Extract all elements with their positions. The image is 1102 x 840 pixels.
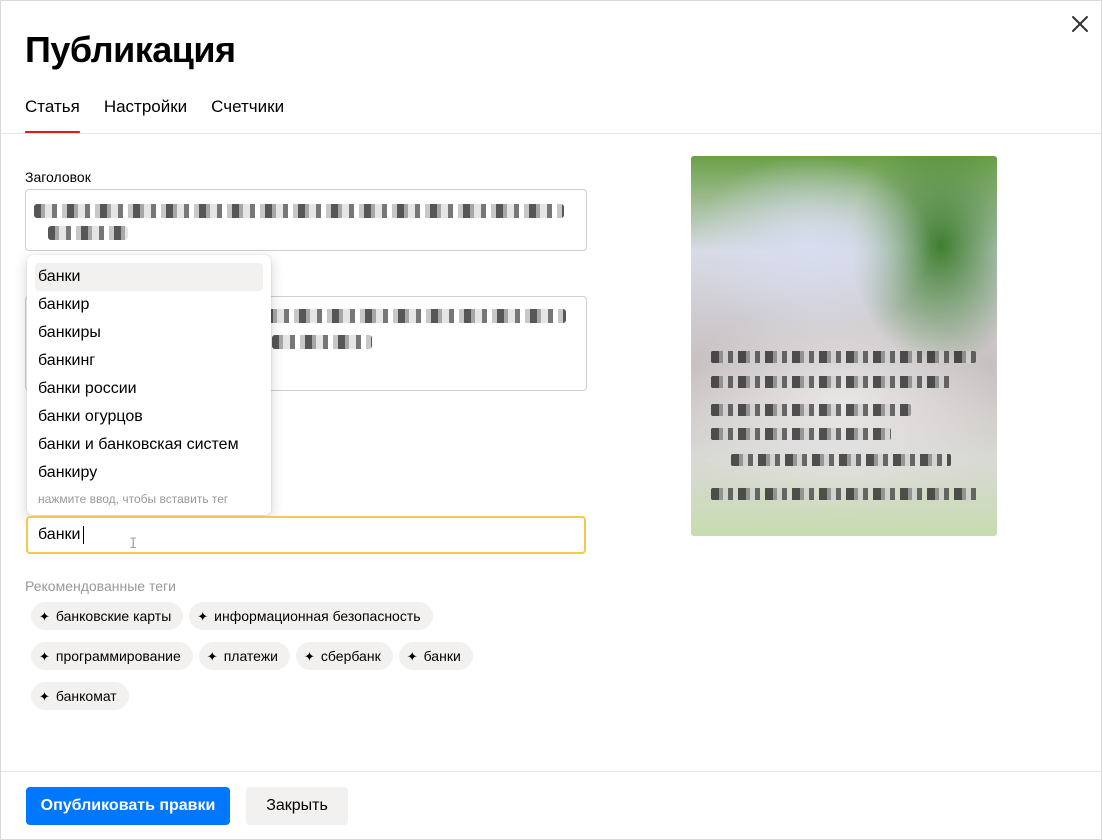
- tag-suggestions-dropdown: банки банкир банкиры банкинг банки росси…: [27, 255, 271, 515]
- tab-settings[interactable]: Настройки: [104, 97, 187, 134]
- recommended-tag-chip[interactable]: ✦ банки: [398, 642, 473, 670]
- recommended-tags-label: Рекомендованные теги: [25, 578, 176, 594]
- close-dialog-button[interactable]: Закрыть: [246, 787, 348, 825]
- close-button[interactable]: [1067, 11, 1093, 37]
- redacted-text: [711, 488, 981, 500]
- suggestion-item[interactable]: банки: [35, 263, 263, 291]
- redacted-text: [34, 204, 564, 218]
- suggestions-hint: нажмите ввод, чтобы вставить тег: [38, 492, 229, 506]
- ibeam-cursor-icon: I: [129, 536, 138, 552]
- sparkle-icon: ✦: [39, 688, 50, 704]
- suggestion-item[interactable]: банкинг: [35, 347, 263, 375]
- redacted-text: [711, 376, 951, 388]
- tab-article[interactable]: Статья: [25, 97, 80, 134]
- close-icon: [1072, 16, 1088, 32]
- chip-label: банкомат: [55, 688, 117, 704]
- suggestion-item[interactable]: банки огурцов: [35, 403, 263, 431]
- chip-label: банки: [423, 648, 461, 664]
- suggestion-item[interactable]: банкир: [35, 291, 263, 319]
- chip-label: банковские карты: [55, 608, 172, 624]
- footer-divider: [1, 771, 1101, 772]
- suggestion-item[interactable]: банки россии: [35, 375, 263, 403]
- sparkle-icon: ✦: [39, 608, 50, 624]
- recommended-tag-chip[interactable]: ✦ платежи: [198, 642, 291, 670]
- suggestion-item[interactable]: банкиры: [35, 319, 263, 347]
- chip-label: сбербанк: [320, 648, 381, 664]
- recommended-tag-chip[interactable]: ✦ банкомат: [31, 682, 129, 710]
- chip-label: информационная безопасность: [214, 608, 421, 624]
- recommended-tag-chip[interactable]: ✦ программирование: [31, 642, 193, 670]
- redacted-text: [711, 428, 891, 440]
- sparkle-icon: ✦: [406, 648, 418, 664]
- sparkle-icon: ✦: [304, 648, 315, 664]
- recommended-tag-chip[interactable]: ✦ сбербанк: [296, 642, 393, 670]
- suggestion-item[interactable]: банки и банковская систем: [35, 431, 263, 459]
- redacted-text: [48, 226, 128, 240]
- recommended-tag-chip[interactable]: ✦ информационная безопасность: [189, 602, 433, 630]
- suggestion-item[interactable]: банкиру: [35, 459, 263, 487]
- dialog-title: Публикация: [25, 29, 236, 70]
- publish-dialog: Публикация Статья Настройки Счетчики Заг…: [0, 0, 1102, 840]
- redacted-text: [731, 454, 951, 466]
- title-field[interactable]: [25, 189, 587, 251]
- publish-button[interactable]: Опубликовать правки: [26, 787, 230, 825]
- tag-input[interactable]: [26, 516, 586, 554]
- tab-bar: Статья Настройки Счетчики: [25, 97, 284, 134]
- chip-label: программирование: [55, 648, 181, 664]
- text-caret: [83, 526, 84, 544]
- cover-image[interactable]: [691, 156, 997, 536]
- sparkle-icon: ✦: [197, 608, 209, 624]
- sparkle-icon: ✦: [39, 648, 50, 664]
- recommended-tags-list: ✦ банковские карты ✦ информационная безопа…: [31, 602, 501, 710]
- redacted-text: [711, 404, 911, 416]
- sparkle-icon: ✦: [206, 648, 218, 664]
- redacted-text: [711, 351, 976, 363]
- chip-label: платежи: [223, 648, 279, 664]
- tabs-divider: [1, 133, 1101, 134]
- redacted-text: [266, 309, 566, 323]
- title-field-label: Заголовок: [25, 169, 91, 185]
- tab-counters[interactable]: Счетчики: [211, 97, 284, 134]
- recommended-tag-chip[interactable]: ✦ банковские карты: [31, 602, 184, 630]
- redacted-text: [272, 335, 372, 349]
